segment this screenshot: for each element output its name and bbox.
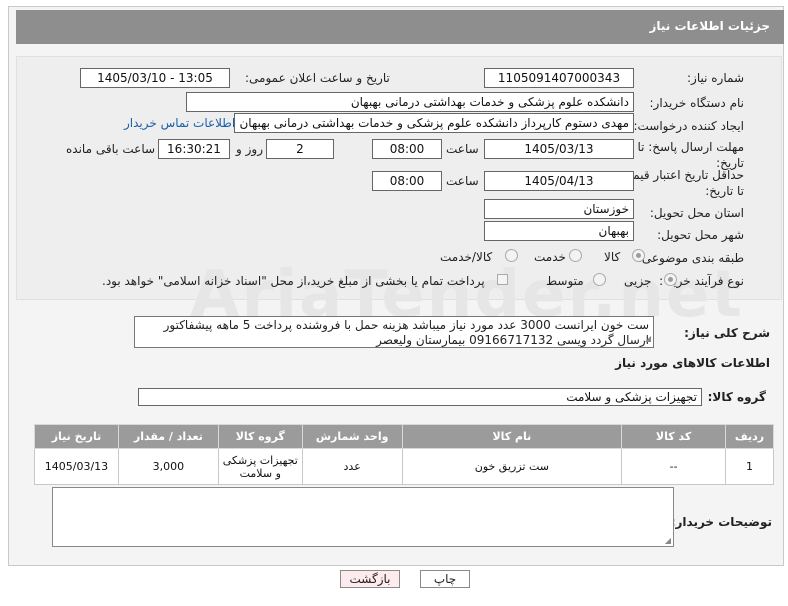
reply-date-field: 1405/03/13 (484, 139, 634, 159)
days-remaining-field: 2 (266, 139, 334, 159)
goods-group-field: تجهیزات پزشکی و سلامت (138, 388, 702, 406)
table-row: 1405/03/13 3,000 تجهیزات پزشکی و سلامت ع… (34, 448, 775, 485)
need-number-field: 1105091407000343 (484, 68, 634, 88)
print-button[interactable]: چاپ (420, 570, 470, 588)
buyer-org-field: دانشکده علوم پزشکی و خدمات بهداشتی درمان… (186, 92, 634, 112)
remaining-time-field: 16:30:21 (158, 139, 230, 159)
th-row: ردیف (724, 424, 775, 449)
goods-group-label: گروه کالا: (707, 390, 766, 404)
cell-goods-name: ست تزریق خون (401, 448, 623, 485)
category-service-label: خدمت (534, 250, 566, 264)
treasury-payment-note: پرداخت تمام یا بخشی از مبلغ خرید،از محل … (102, 274, 485, 288)
category-both-label: کالا/خدمت (440, 250, 493, 264)
process-medium-radio[interactable] (593, 273, 606, 286)
buyer-contact-link[interactable]: اطلاعات تماس خریدار (124, 116, 235, 130)
items-table: تاریخ نیاز تعداد / مقدار گروه کالا واحد … (34, 424, 775, 485)
city-label: شهر محل تحویل: (657, 228, 744, 242)
city-field: بهبهان (484, 221, 634, 241)
cell-quantity: 3,000 (117, 448, 219, 485)
treasury-payment-checkbox[interactable] (497, 274, 508, 285)
table-header-row: تاریخ نیاز تعداد / مقدار گروه کالا واحد … (34, 424, 775, 449)
description-label: شرح کلی نیاز: (684, 326, 770, 340)
announce-date-label: تاریخ و ساعت اعلان عمومی: (245, 71, 390, 85)
buyer-org-label: نام دستگاه خریدار: (649, 96, 745, 110)
goods-info-title: اطلاعات کالاهای مورد نیاز (615, 356, 770, 370)
back-button[interactable]: بازگشت (340, 570, 400, 588)
cell-goods-code: -- (621, 448, 726, 485)
validity-time-label: ساعت (446, 174, 479, 188)
province-label: استان محل تحویل: (649, 206, 744, 220)
announce-date-field: 1405/03/10 - 13:05 (80, 68, 230, 88)
process-medium-label: متوسط (546, 274, 584, 288)
th-quantity: تعداد / مقدار (117, 424, 219, 449)
th-goods-code: کد کالا (621, 424, 726, 449)
cell-goods-group: تجهیزات پزشکی و سلامت (217, 448, 303, 485)
category-label: طبقه بندی موضوعی: (637, 251, 744, 265)
category-both-radio[interactable] (505, 249, 518, 262)
cell-need-date: 1405/03/13 (34, 448, 119, 485)
cell-row-number: 1 (724, 448, 775, 485)
reply-time-field: 08:00 (372, 139, 442, 159)
days-label: روز و (236, 142, 263, 156)
requester-label: ایجاد کننده درخواست: (633, 119, 744, 133)
description-text: ست خون ایرانست 3000 عدد مورد نیاز میباشد… (163, 318, 649, 347)
resize-handle-icon[interactable]: ◢ (645, 331, 651, 346)
page-header: جزئیات اطلاعات نیاز (16, 10, 784, 44)
th-goods-group: گروه کالا (217, 424, 303, 449)
th-unit: واحد شمارش (301, 424, 403, 449)
resize-handle-icon[interactable]: ◢ (665, 536, 671, 545)
province-field: خوزستان (484, 199, 634, 219)
th-need-date: تاریخ نیاز (34, 424, 119, 449)
requester-field: مهدی دستوم کارپرداز دانشکده علوم پزشکی و… (234, 113, 634, 133)
validity-time-field: 08:00 (372, 171, 442, 191)
buyer-notes-label: توضیحات خریدار: (670, 515, 772, 529)
reply-time-label: ساعت (446, 142, 479, 156)
description-textarea[interactable]: ست خون ایرانست 3000 عدد مورد نیاز میباشد… (134, 316, 654, 348)
process-small-radio[interactable] (664, 273, 677, 286)
process-small-label: جزیی (624, 274, 652, 288)
need-number-label: شماره نیاز: (687, 71, 744, 85)
category-goods-label: کالا (604, 250, 621, 264)
cell-unit: عدد (301, 448, 403, 485)
category-goods-radio[interactable] (632, 249, 645, 262)
th-goods-name: نام کالا (401, 424, 623, 449)
validity-date-field: 1405/04/13 (484, 171, 634, 191)
buyer-notes-textarea[interactable]: ◢ (52, 487, 674, 547)
category-service-radio[interactable] (569, 249, 582, 262)
remaining-time-label: ساعت باقی مانده (66, 142, 156, 156)
